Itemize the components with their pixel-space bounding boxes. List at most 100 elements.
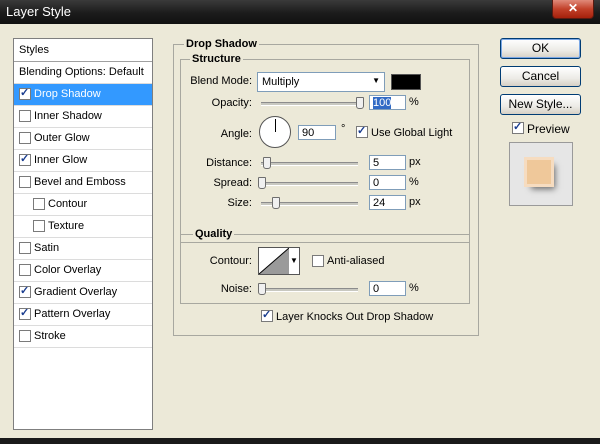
- opacity-input[interactable]: 100: [369, 95, 406, 110]
- styles-item-label: Texture: [48, 220, 85, 232]
- layer-style-dialog: Layer Style ✕ Styles Blending Options: D…: [0, 0, 600, 444]
- quality-title: Quality: [193, 228, 235, 240]
- styles-list-item[interactable]: Satin: [14, 238, 152, 260]
- styles-item-checkbox[interactable]: [19, 306, 31, 320]
- close-icon: ✕: [567, 1, 579, 15]
- shadow-color-swatch[interactable]: [391, 74, 421, 90]
- noise-slider-track[interactable]: [261, 288, 358, 292]
- styles-item-checkbox[interactable]: [19, 176, 31, 188]
- opacity-slider-thumb[interactable]: [356, 97, 364, 109]
- close-button[interactable]: ✕: [552, 0, 594, 19]
- styles-item-label: Color Overlay: [34, 264, 102, 276]
- knocks-out-label[interactable]: Layer Knocks Out Drop Shadow: [276, 311, 433, 323]
- angle-input[interactable]: 90: [298, 125, 336, 140]
- spread-slider-track[interactable]: [261, 182, 358, 186]
- styles-list-item[interactable]: Stroke: [14, 326, 152, 348]
- styles-item-checkbox[interactable]: [19, 86, 31, 100]
- angle-dial[interactable]: [259, 116, 291, 148]
- use-global-light-checkbox[interactable]: [356, 124, 368, 138]
- styles-list-item[interactable]: Bevel and Emboss: [14, 172, 152, 194]
- contour-picker[interactable]: [258, 247, 290, 275]
- styles-list: Styles Blending Options: Default Drop Sha…: [13, 38, 153, 430]
- styles-item-label: Gradient Overlay: [34, 286, 118, 298]
- size-slider-thumb[interactable]: [272, 197, 280, 209]
- styles-item-checkbox[interactable]: [19, 152, 31, 166]
- anti-aliased-label[interactable]: Anti-aliased: [327, 255, 384, 267]
- chevron-down-icon: ▼: [290, 256, 298, 265]
- distance-slider-thumb[interactable]: [263, 157, 271, 169]
- preview-checkbox[interactable]: [512, 120, 524, 134]
- styles-list-item[interactable]: Drop Shadow: [14, 84, 152, 106]
- spread-input[interactable]: 0: [369, 175, 406, 190]
- styles-item-checkbox[interactable]: [33, 220, 45, 232]
- size-unit: px: [409, 196, 421, 208]
- size-label: Size:: [227, 197, 252, 209]
- size-input[interactable]: 24: [369, 195, 406, 210]
- styles-item-checkbox[interactable]: [19, 242, 31, 254]
- preview-swatch: [527, 160, 551, 184]
- title-bar[interactable]: Layer Style ✕: [0, 0, 600, 24]
- styles-list-item[interactable]: Outer Glow: [14, 128, 152, 150]
- styles-list-item[interactable]: Blending Options: Default: [14, 62, 152, 84]
- structure-title: Structure: [190, 53, 243, 65]
- angle-label: Angle:: [220, 128, 252, 140]
- opacity-label: Opacity:: [211, 97, 252, 109]
- distance-unit: px: [409, 156, 421, 168]
- styles-item-checkbox[interactable]: [19, 264, 31, 276]
- chevron-down-icon: ▼: [372, 76, 380, 85]
- spread-label: Spread:: [213, 177, 252, 189]
- styles-item-label: Outer Glow: [34, 132, 90, 144]
- noise-input[interactable]: 0: [369, 281, 406, 296]
- styles-list-item[interactable]: Color Overlay: [14, 260, 152, 282]
- spread-slider-thumb[interactable]: [258, 177, 266, 189]
- angle-dial-hand: [275, 119, 276, 132]
- styles-list-item[interactable]: Inner Glow: [14, 150, 152, 172]
- noise-unit: %: [409, 282, 419, 294]
- style-preview: [509, 142, 573, 206]
- ok-button[interactable]: OK: [500, 38, 581, 59]
- styles-item-label: Stroke: [34, 330, 66, 342]
- styles-list-item[interactable]: Gradient Overlay: [14, 282, 152, 304]
- blend-mode-label: Blend Mode:: [190, 75, 252, 87]
- styles-item-label: Blending Options: Default: [19, 66, 144, 78]
- drop-shadow-title: Drop Shadow: [184, 38, 259, 50]
- styles-item-checkbox[interactable]: [19, 284, 31, 298]
- bottom-strip: [0, 438, 600, 444]
- angle-unit: °: [341, 123, 346, 135]
- anti-aliased-checkbox[interactable]: [312, 255, 324, 267]
- distance-input[interactable]: 5: [369, 155, 406, 170]
- noise-slider-thumb[interactable]: [258, 283, 266, 295]
- contour-label: Contour:: [209, 255, 252, 267]
- noise-label: Noise:: [220, 283, 252, 295]
- new-style-button[interactable]: New Style...: [500, 94, 581, 115]
- styles-item-checkbox[interactable]: [33, 198, 45, 210]
- styles-header-label: Styles: [19, 44, 49, 56]
- preview-label[interactable]: Preview: [527, 122, 570, 136]
- styles-header[interactable]: Styles: [14, 39, 152, 62]
- blend-mode-value: Multiply: [262, 76, 300, 88]
- cancel-button[interactable]: Cancel: [500, 66, 581, 87]
- styles-item-label: Inner Shadow: [34, 110, 102, 122]
- styles-item-label: Inner Glow: [34, 154, 88, 166]
- styles-list-item[interactable]: Inner Shadow: [14, 106, 152, 128]
- styles-item-label: Pattern Overlay: [34, 308, 111, 320]
- styles-list-item[interactable]: Texture: [14, 216, 152, 238]
- linear-contour-icon: [259, 248, 289, 274]
- styles-list-item[interactable]: Contour: [14, 194, 152, 216]
- styles-item-checkbox[interactable]: [19, 110, 31, 122]
- styles-item-checkbox[interactable]: [19, 132, 31, 144]
- knocks-out-checkbox[interactable]: [261, 308, 273, 322]
- styles-list-item[interactable]: Pattern Overlay: [14, 304, 152, 326]
- distance-label: Distance:: [206, 157, 252, 169]
- opacity-unit: %: [409, 96, 419, 108]
- window-title: Layer Style: [6, 4, 72, 19]
- spread-unit: %: [409, 176, 419, 188]
- blend-mode-select[interactable]: Multiply ▼: [257, 72, 385, 92]
- distance-slider-track[interactable]: [261, 162, 358, 166]
- contour-dropdown-button[interactable]: ▼: [289, 247, 300, 275]
- styles-item-checkbox[interactable]: [19, 330, 31, 342]
- use-global-light-label[interactable]: Use Global Light: [371, 127, 452, 139]
- opacity-slider-track[interactable]: [261, 102, 364, 106]
- styles-item-label: Bevel and Emboss: [34, 176, 126, 188]
- styles-item-label: Satin: [34, 242, 60, 254]
